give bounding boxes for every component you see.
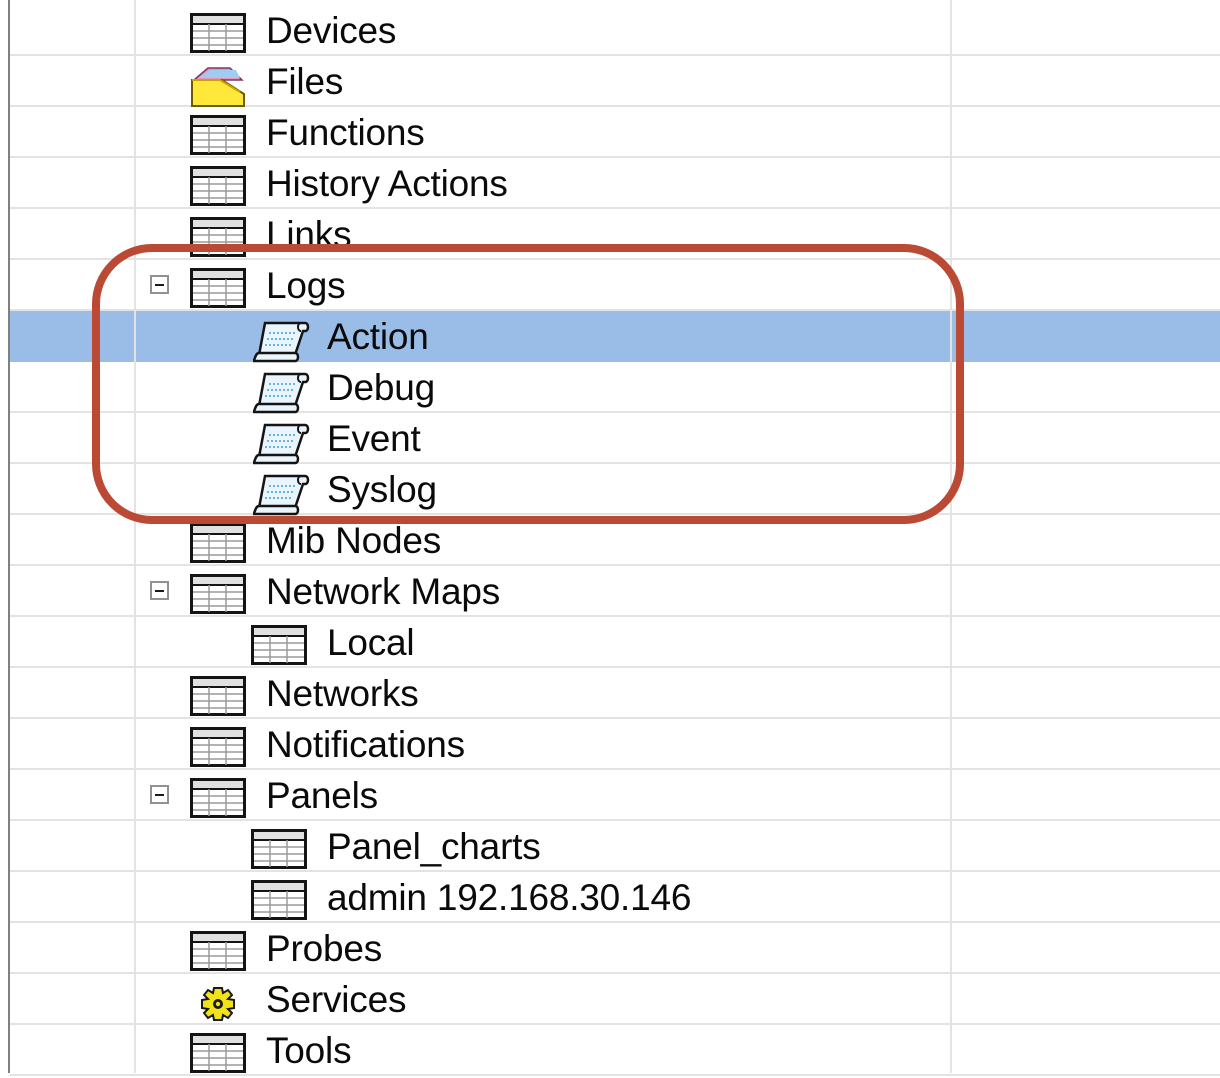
collapse-toggle-icon[interactable] bbox=[150, 785, 169, 804]
tree-row[interactable]: Mib Nodes bbox=[10, 515, 1220, 566]
tree-item-label: Panel_charts bbox=[327, 826, 541, 867]
tree-row[interactable]: Services bbox=[10, 974, 1220, 1025]
tree-row[interactable]: admin 192.168.30.146 bbox=[10, 872, 1220, 923]
table-icon bbox=[190, 1033, 246, 1073]
table-icon bbox=[190, 115, 246, 155]
collapse-toggle-icon[interactable] bbox=[150, 581, 169, 600]
tree-item-label: Debug bbox=[327, 367, 436, 408]
table-icon bbox=[251, 625, 307, 665]
tree-item-label: History Actions bbox=[266, 163, 508, 204]
tree-row[interactable]: Network Maps bbox=[10, 566, 1220, 617]
column-divider bbox=[134, 0, 136, 1073]
object-tree[interactable]: Devices Files Functions History Actions … bbox=[0, 5, 1220, 1076]
tree-row[interactable]: Panels bbox=[10, 770, 1220, 821]
table-icon bbox=[190, 13, 246, 53]
tree-row[interactable]: Networks bbox=[10, 668, 1220, 719]
collapse-toggle-icon[interactable] bbox=[150, 275, 169, 294]
tree-row[interactable]: Tools bbox=[10, 1025, 1220, 1076]
gear-icon bbox=[190, 982, 246, 1022]
tree-item-label: Event bbox=[327, 418, 421, 459]
table-icon bbox=[190, 778, 246, 818]
folder-icon bbox=[190, 64, 246, 107]
tree-row[interactable]: Probes bbox=[10, 923, 1220, 974]
tree-item-label: Notifications bbox=[266, 724, 465, 765]
log-scroll-icon bbox=[251, 421, 310, 465]
tree-item-label: Mib Nodes bbox=[266, 520, 442, 561]
table-icon bbox=[190, 523, 246, 563]
tree-row[interactable]: Action bbox=[10, 311, 1220, 363]
tree-item-label: Network Maps bbox=[266, 571, 501, 612]
table-icon bbox=[190, 166, 246, 206]
table-icon bbox=[190, 931, 246, 971]
table-icon bbox=[190, 268, 246, 308]
table-icon bbox=[251, 829, 307, 869]
tree-item-label: Logs bbox=[266, 265, 346, 306]
tree-item-label: Probes bbox=[266, 928, 383, 969]
tree-row[interactable]: Notifications bbox=[10, 719, 1220, 770]
tree-row[interactable]: Local bbox=[10, 617, 1220, 668]
tree-item-label: Devices bbox=[266, 10, 397, 51]
tree-item-label: Panels bbox=[266, 775, 378, 816]
tree-row[interactable]: Panel_charts bbox=[10, 821, 1220, 872]
tree-item-label: Local bbox=[327, 622, 415, 663]
log-scroll-icon bbox=[251, 370, 310, 414]
tree-item-label: Networks bbox=[266, 673, 419, 714]
tree-item-label: Services bbox=[266, 979, 407, 1020]
tree-row[interactable]: Event bbox=[10, 413, 1220, 465]
table-icon bbox=[190, 676, 246, 716]
tree-item-label: admin 192.168.30.146 bbox=[327, 877, 692, 918]
tree-item-label: Files bbox=[266, 61, 344, 102]
tree-row[interactable]: Debug bbox=[10, 362, 1220, 414]
table-icon bbox=[190, 217, 246, 257]
log-scroll-icon bbox=[251, 319, 310, 363]
table-icon bbox=[190, 727, 246, 767]
table-icon bbox=[251, 880, 307, 920]
tree-item-label: Links bbox=[266, 214, 352, 255]
tree-item-label: Tools bbox=[266, 1030, 352, 1071]
tree-row[interactable]: Files bbox=[10, 56, 1220, 107]
tree-row[interactable]: Syslog bbox=[10, 464, 1220, 516]
tree-row[interactable]: Devices bbox=[10, 5, 1220, 56]
tree-row[interactable]: Logs bbox=[10, 260, 1220, 311]
log-scroll-icon bbox=[251, 472, 310, 516]
tree-item-label: Syslog bbox=[327, 469, 437, 510]
tree-row[interactable]: Links bbox=[10, 209, 1220, 260]
column-divider bbox=[950, 0, 952, 1073]
tree-item-label: Functions bbox=[266, 112, 425, 153]
tree-item-label: Action bbox=[327, 316, 429, 357]
tree-row[interactable]: History Actions bbox=[10, 158, 1220, 209]
table-icon bbox=[190, 574, 246, 614]
tree-row[interactable]: Functions bbox=[10, 107, 1220, 158]
